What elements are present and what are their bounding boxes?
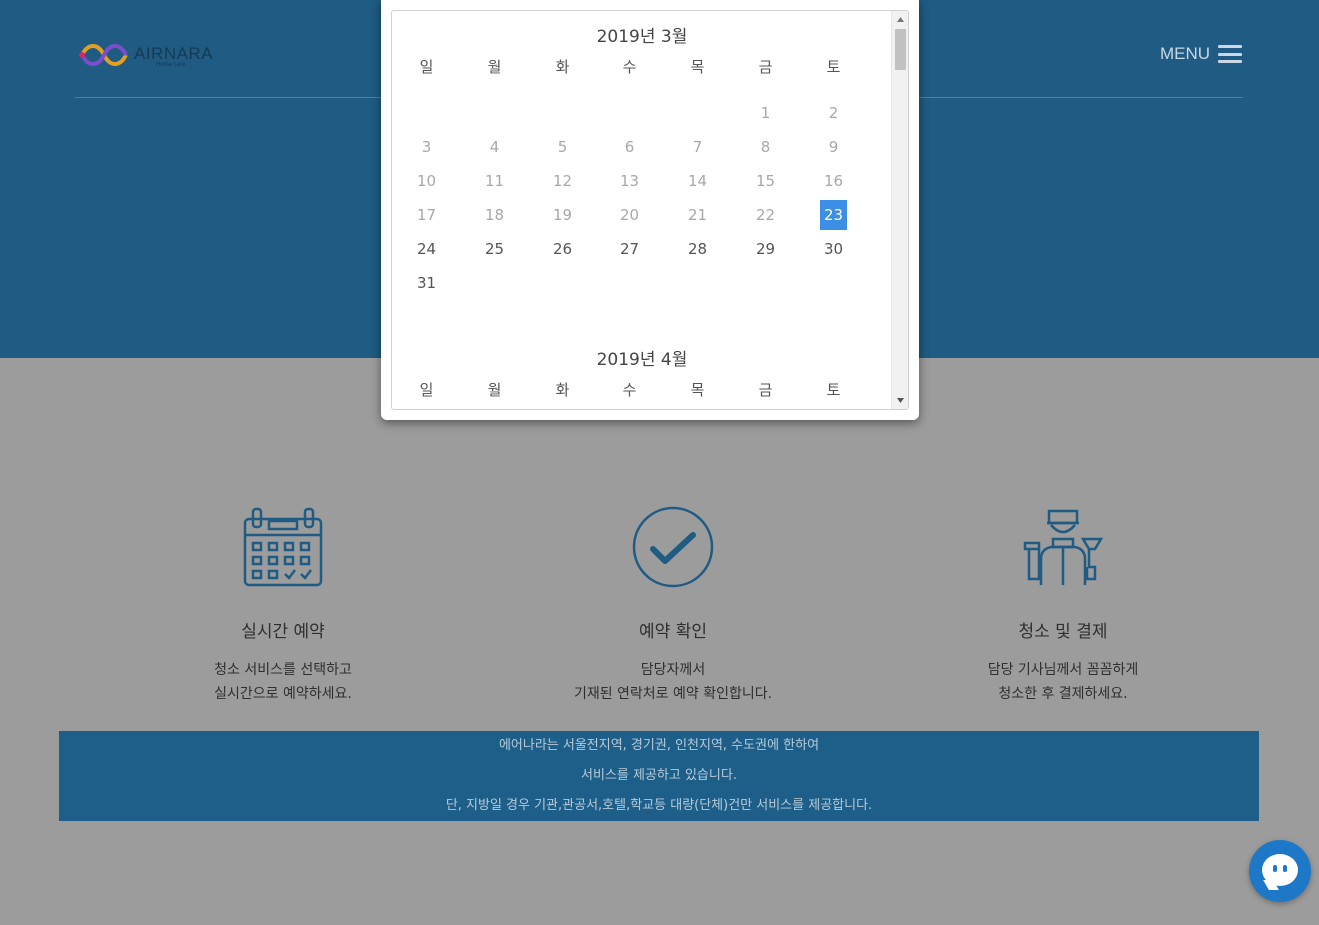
day-cell: 7 (692, 138, 703, 156)
notice-line: 에어나라는 서울전지역, 경기권, 인천지역, 수도권에 한하여 (498, 738, 820, 753)
cleaner-icon (1023, 509, 1104, 585)
chat-button[interactable] (1249, 840, 1311, 902)
date-picker-scroll-area[interactable]: 2019년 3월 일 월 화 수 목 금 토 1 2 3 4 5 6 7 8 9 10 11 12 13 14 15 16 17… (391, 10, 909, 410)
service-area-notice: 에어나라는 서울전지역, 경기권, 인천지역, 수도권에 한하여 서비스를 제공… (59, 731, 1259, 821)
feature-description: 담당 기사님께서 꼼꼼하게 청소한 후 결제하세요. (987, 662, 1139, 702)
day-cell: 4 (489, 138, 500, 156)
day-cell: 5 (557, 138, 568, 156)
day-cell[interactable]: 24 (413, 234, 440, 264)
weekday-header: 화 (555, 58, 570, 76)
day-cell: 2 (828, 104, 839, 122)
day-cell[interactable]: 26 (549, 234, 576, 264)
notice-line: 단, 지방일 경우 기관,관공서,호텔,학교등 대량(단체)건만 서비스를 제공… (445, 798, 873, 813)
day-cell: 12 (552, 172, 573, 190)
scrollbar-thumb[interactable] (895, 29, 906, 70)
feature-realtime-booking: 실시간 예약 청소 서비스를 선택하고 실시간으로 예약하세요. (133, 505, 433, 706)
day-cell: 9 (828, 138, 839, 156)
feature-booking-confirm: 예약 확인 담당자께서 기재된 연락처로 예약 확인합니다. (523, 505, 823, 706)
day-cell: 11 (484, 172, 505, 190)
day-cell: 6 (624, 138, 635, 156)
chat-bubble-icon (1262, 854, 1298, 886)
logo[interactable]: AIRNARA Home care (78, 38, 218, 74)
check-circle-icon (632, 506, 714, 588)
day-cell[interactable]: 25 (481, 234, 508, 264)
notice-line: 서비스를 제공하고 있습니다. (581, 768, 737, 783)
day-cell[interactable]: 31 (413, 268, 440, 298)
hamburger-icon (1218, 45, 1243, 63)
day-cell: 20 (619, 206, 640, 224)
day-cell[interactable]: 27 (616, 234, 643, 264)
weekday-header: 수 (622, 381, 637, 399)
weekday-header: 수 (622, 58, 637, 76)
day-cell: 17 (416, 206, 437, 224)
weekday-header: 화 (555, 381, 570, 399)
weekday-header: 목 (690, 58, 705, 76)
day-cell: 15 (755, 172, 776, 190)
day-cell: 1 (760, 104, 771, 122)
weekday-header: 일 (419, 381, 434, 399)
feature-cleaning-payment: 청소 및 결제 담당 기사님께서 꼼꼼하게 청소한 후 결제하세요. (913, 505, 1213, 706)
scroll-down-arrow-icon[interactable] (892, 392, 909, 409)
feature-description: 담당자께서 기재된 연락처로 예약 확인합니다. (573, 662, 773, 702)
scroll-up-arrow-icon[interactable] (892, 11, 909, 28)
logo-subtext: Home care (156, 62, 186, 68)
weekday-header: 일 (419, 58, 434, 76)
day-cell: 14 (687, 172, 708, 190)
date-picker-popup: 2019년 3월 일 월 화 수 목 금 토 1 2 3 4 5 6 7 8 9 10 11 12 13 14 15 16 17… (381, 0, 919, 420)
day-cell: 10 (416, 172, 437, 190)
weekday-header: 월 (487, 381, 502, 399)
weekday-header: 금 (758, 58, 773, 76)
menu-label: MENU (1160, 44, 1211, 63)
day-cell: 19 (552, 206, 573, 224)
day-cell[interactable]: 28 (684, 234, 711, 264)
calendar-icon (243, 507, 323, 587)
day-cell: 21 (687, 206, 708, 224)
month-title: 2019년 4월 (596, 350, 688, 370)
day-cell: 13 (619, 172, 640, 190)
day-cell[interactable]: 29 (752, 234, 779, 264)
weekday-header: 토 (826, 381, 841, 399)
feature-description: 청소 서비스를 선택하고 실시간으로 예약하세요. (214, 662, 352, 702)
day-cell: 3 (421, 138, 432, 156)
feature-title: 실시간 예약 (241, 622, 325, 642)
day-cell: 16 (823, 172, 844, 190)
selected-day-cell[interactable]: 23 (820, 200, 847, 230)
day-cell[interactable]: 30 (820, 234, 847, 264)
day-cell: 22 (755, 206, 776, 224)
feature-title: 청소 및 결제 (1018, 622, 1108, 642)
day-cell: 18 (484, 206, 505, 224)
weekday-header: 토 (826, 58, 841, 76)
menu-button[interactable]: MENU (1160, 44, 1243, 64)
logo-mark-icon (79, 44, 128, 66)
weekday-header: 월 (487, 58, 502, 76)
scrollbar[interactable] (891, 11, 908, 409)
weekday-header: 목 (690, 381, 705, 399)
logo-text: AIRNARA (134, 44, 214, 63)
feature-title: 예약 확인 (639, 622, 707, 642)
weekday-header: 금 (758, 381, 773, 399)
day-cell: 8 (760, 138, 771, 156)
month-title: 2019년 3월 (596, 27, 688, 47)
